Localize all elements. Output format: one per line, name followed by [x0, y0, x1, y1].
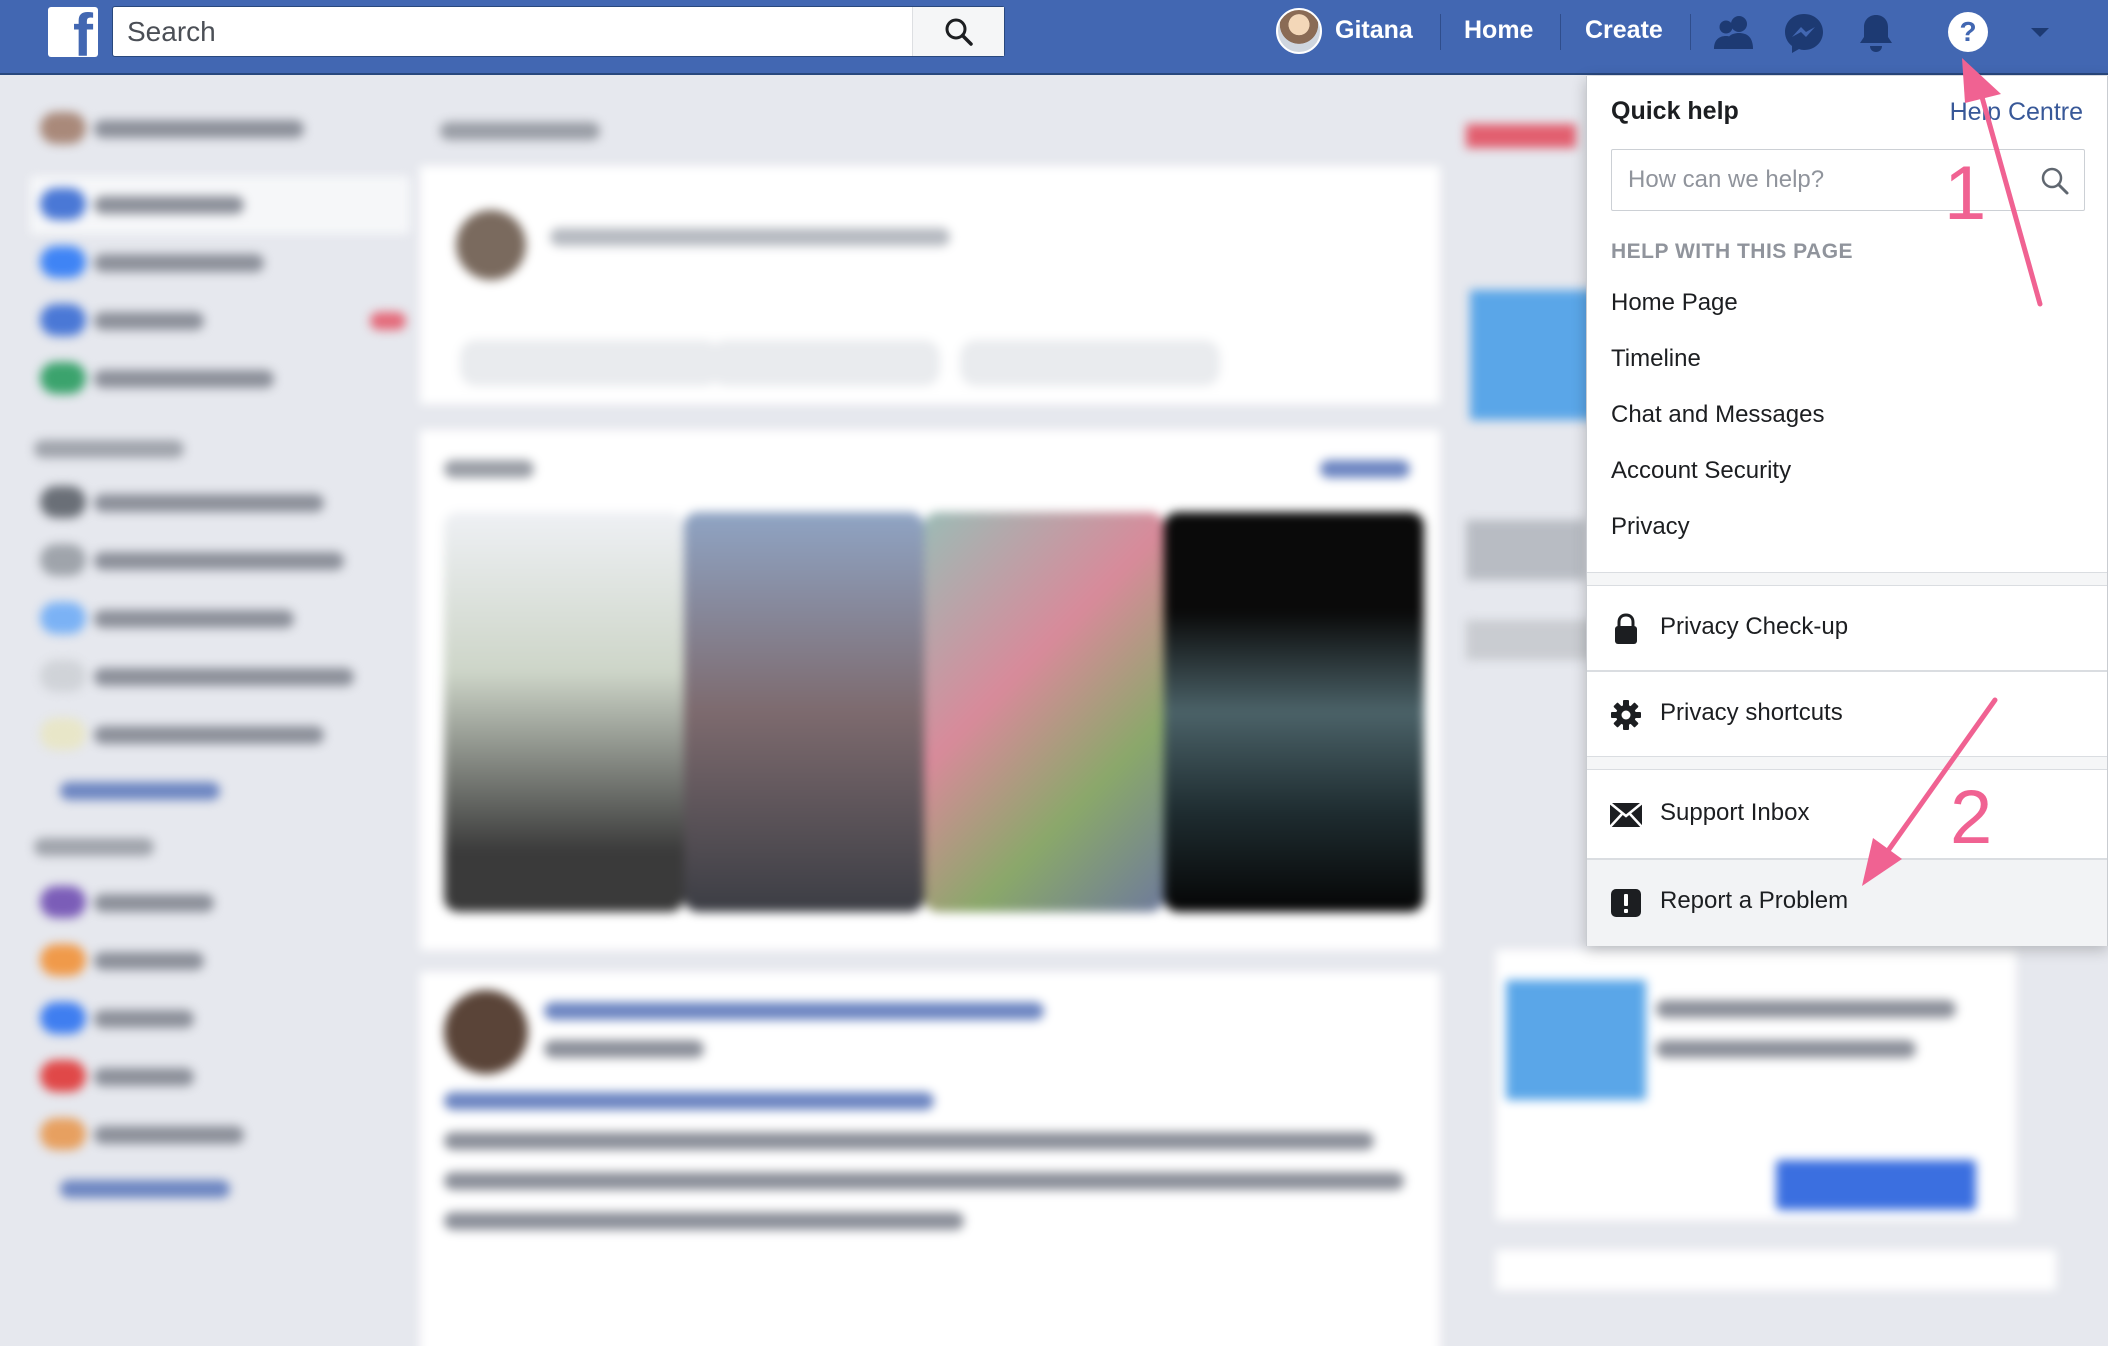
nav-divider — [1440, 14, 1441, 50]
help-icon[interactable]: ? — [1948, 12, 1988, 52]
section-header: HELP WITH THIS PAGE — [1611, 240, 1854, 263]
create-link[interactable]: Create — [1585, 16, 1663, 45]
menu-divider — [1587, 756, 2107, 770]
blurred-news-feed — [420, 100, 1440, 1346]
search-button[interactable] — [912, 7, 1004, 56]
search-input[interactable] — [113, 7, 913, 56]
support-inbox-label: Support Inbox — [1660, 799, 1810, 826]
menu-divider — [1587, 572, 2107, 586]
quick-help-menu: Quick help Help Centre HELP WITH THIS PA… — [1586, 76, 2108, 946]
report-problem-label: Report a Problem — [1660, 887, 1849, 914]
friends-icon — [1714, 16, 1753, 49]
messenger-button[interactable] — [1781, 10, 1827, 56]
home-link[interactable]: Home — [1464, 16, 1533, 45]
friends-button[interactable] — [1711, 10, 1757, 56]
privacy-shortcuts-label: Privacy shortcuts — [1660, 699, 1843, 726]
notifications-button[interactable] — [1853, 10, 1899, 56]
chevron-down-icon — [2031, 28, 2049, 37]
profile-link[interactable]: Gitana — [1335, 16, 1413, 45]
notifications-icon — [1860, 15, 1892, 52]
annotation-step-1: 1 — [1944, 151, 1987, 236]
messenger-icon — [1785, 14, 1823, 53]
alert-icon — [1609, 886, 1643, 920]
search-icon — [945, 18, 973, 46]
search-box — [112, 6, 1005, 57]
top-navigation-bar: f Gitana Home Create ? — [0, 0, 2108, 75]
user-avatar[interactable] — [1276, 8, 1322, 54]
help-link-timeline[interactable]: Timeline — [1611, 345, 1701, 373]
gear-icon — [1609, 698, 1643, 732]
facebook-logo-glyph: f — [73, 7, 93, 57]
report-problem-item[interactable]: Report a Problem — [1587, 860, 2107, 946]
nav-divider — [1690, 14, 1691, 50]
annotation-step-2: 2 — [1950, 775, 1993, 860]
lock-icon — [1609, 612, 1643, 646]
help-link-account-security[interactable]: Account Security — [1611, 457, 1791, 485]
privacy-shortcuts-item[interactable]: Privacy shortcuts — [1587, 672, 2107, 756]
search-icon[interactable] — [2040, 166, 2070, 201]
account-menu-button[interactable] — [2017, 10, 2063, 56]
help-link-privacy[interactable]: Privacy — [1611, 513, 1690, 541]
privacy-checkup-item[interactable]: Privacy Check-up — [1587, 586, 2107, 670]
help-search-box — [1611, 149, 2085, 211]
help-link-chat-and-messages[interactable]: Chat and Messages — [1611, 401, 1824, 429]
support-inbox-item[interactable]: Support Inbox — [1587, 772, 2107, 856]
envelope-icon — [1609, 798, 1643, 832]
nav-divider — [1560, 14, 1561, 50]
facebook-logo[interactable]: f — [48, 7, 98, 57]
privacy-checkup-label: Privacy Check-up — [1660, 613, 1849, 640]
blurred-left-sidebar — [30, 100, 420, 1200]
menu-title: Quick help — [1611, 97, 1739, 125]
help-centre-link[interactable]: Help Centre — [1950, 98, 2083, 127]
help-link-home-page[interactable]: Home Page — [1611, 289, 1738, 317]
